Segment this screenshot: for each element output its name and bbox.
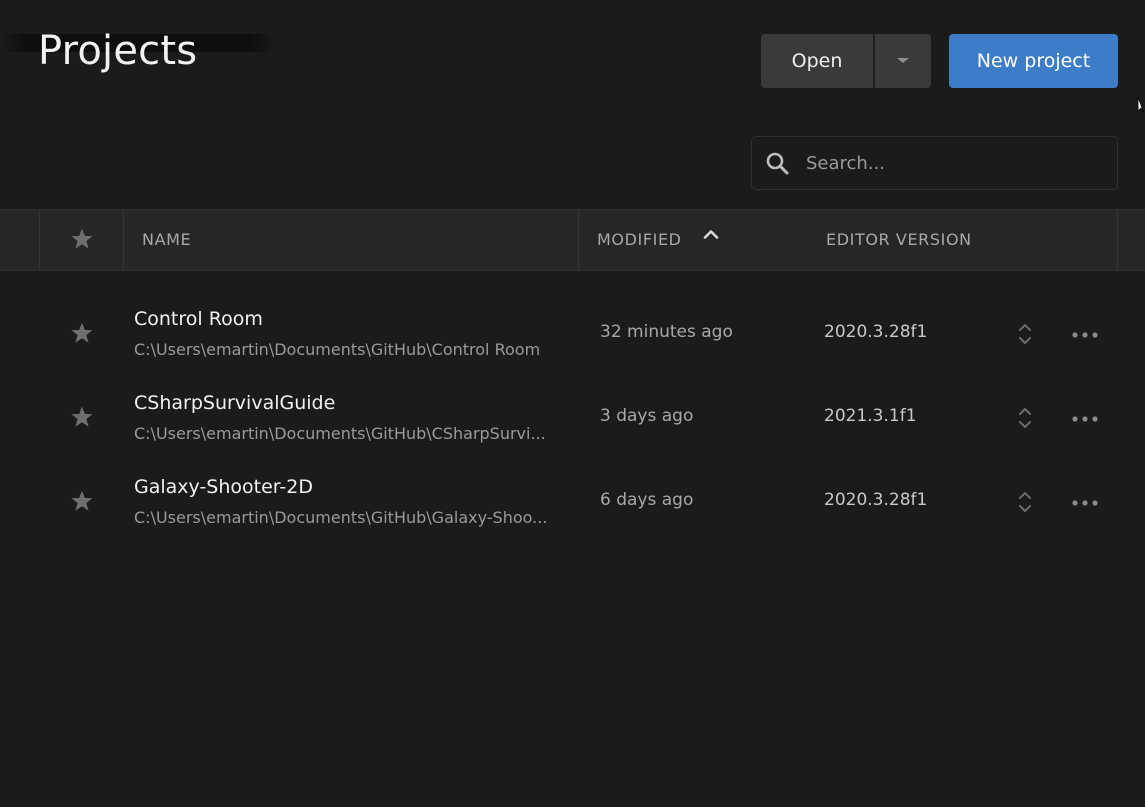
open-button-group: Open — [761, 34, 931, 88]
project-name: Control Room — [134, 308, 263, 330]
new-project-button[interactable]: New project — [949, 34, 1118, 88]
star-icon[interactable] — [70, 405, 94, 429]
project-path: C:\Users\emartin\Documents\GitHub\Galaxy… — [134, 508, 548, 527]
more-dots-icon[interactable] — [1070, 498, 1100, 508]
open-dropdown-button[interactable] — [875, 34, 931, 88]
projects-page: Projects Open New project NAME MODIFI — [0, 0, 1145, 807]
star-icon[interactable] — [70, 227, 94, 251]
project-path: C:\Users\emartin\Documents\GitHub\CSharp… — [134, 424, 546, 443]
up-down-chevron-icon[interactable] — [1016, 489, 1034, 515]
column-separator — [39, 210, 40, 270]
column-header-name[interactable]: NAME — [142, 230, 191, 249]
column-header-editor-version[interactable]: EDITOR VERSION — [826, 230, 972, 249]
chevron-up-icon[interactable] — [703, 229, 719, 239]
up-down-chevron-icon[interactable] — [1016, 405, 1034, 431]
up-down-chevron-icon[interactable] — [1016, 321, 1034, 347]
mouse-cursor-icon — [1137, 96, 1145, 114]
search-input[interactable] — [804, 151, 1108, 175]
project-editor-version: 2020.3.28f1 — [824, 490, 928, 510]
column-separator — [1117, 210, 1118, 270]
project-modified: 6 days ago — [600, 490, 694, 510]
project-row[interactable]: Control Room C:\Users\emartin\Documents\… — [0, 300, 1145, 384]
project-row[interactable]: Galaxy-Shooter-2D C:\Users\emartin\Docum… — [0, 468, 1145, 552]
column-separator — [578, 210, 579, 270]
column-header-modified[interactable]: MODIFIED — [597, 230, 682, 249]
project-path: C:\Users\emartin\Documents\GitHub\Contro… — [134, 340, 541, 359]
project-name: CSharpSurvivalGuide — [134, 392, 336, 414]
project-modified: 3 days ago — [600, 406, 694, 426]
project-editor-version: 2020.3.28f1 — [824, 322, 928, 342]
project-row[interactable]: CSharpSurvivalGuide C:\Users\emartin\Doc… — [0, 384, 1145, 468]
search-icon — [764, 150, 790, 176]
project-modified: 32 minutes ago — [600, 322, 733, 342]
search-box[interactable] — [751, 136, 1118, 190]
chevron-down-icon — [897, 58, 909, 63]
more-dots-icon[interactable] — [1070, 414, 1100, 424]
page-title: Projects — [38, 28, 198, 74]
table-header: NAME MODIFIED EDITOR VERSION — [0, 209, 1145, 271]
star-icon[interactable] — [70, 321, 94, 345]
project-name: Galaxy-Shooter-2D — [134, 476, 313, 498]
star-icon[interactable] — [70, 489, 94, 513]
project-editor-version: 2021.3.1f1 — [824, 406, 917, 426]
more-dots-icon[interactable] — [1070, 330, 1100, 340]
column-separator — [123, 210, 124, 270]
open-button[interactable]: Open — [761, 34, 875, 88]
